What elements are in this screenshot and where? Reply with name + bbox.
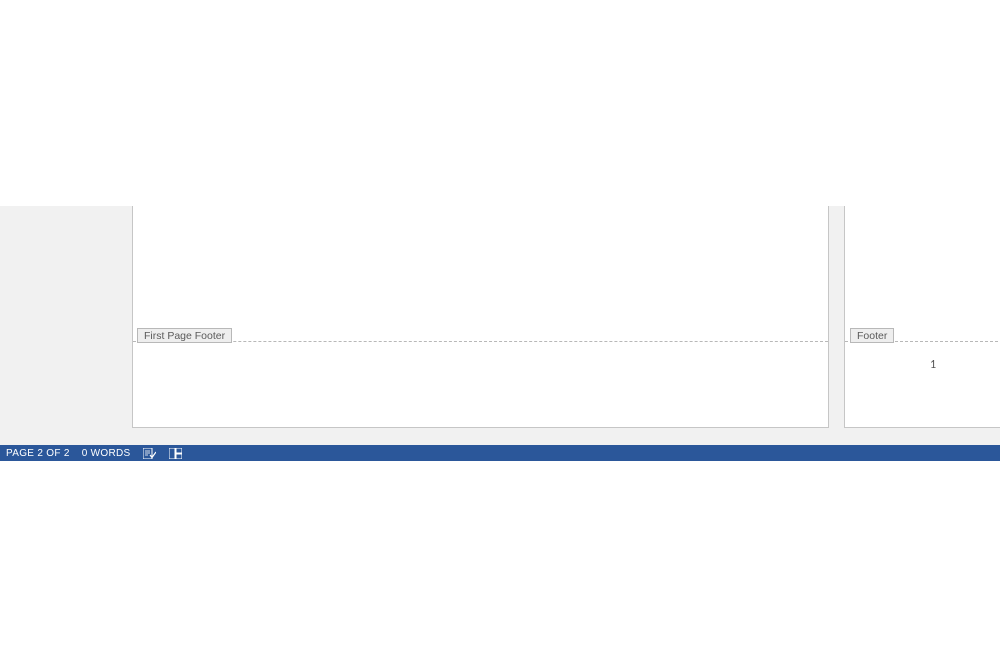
blank-area-bottom: [0, 461, 1000, 667]
footer-page-number[interactable]: 1: [930, 358, 936, 372]
first-page-footer-tab[interactable]: First Page Footer: [137, 328, 232, 343]
blank-area-top: [0, 0, 1000, 206]
footer-tab[interactable]: Footer: [850, 328, 894, 343]
first-page-footer-label: First Page Footer: [144, 330, 225, 342]
macro-icon[interactable]: [168, 447, 182, 459]
word-count[interactable]: 0 WORDS: [82, 448, 131, 459]
spellcheck-icon[interactable]: [142, 447, 156, 459]
page-indicator[interactable]: PAGE 2 OF 2: [6, 448, 70, 459]
status-bar: PAGE 2 OF 2 0 WORDS: [0, 445, 1000, 461]
document-page-1[interactable]: First Page Footer: [132, 206, 829, 428]
footer-label: Footer: [857, 330, 887, 342]
footer-divider: [133, 341, 828, 342]
document-canvas[interactable]: First Page Footer Footer 1: [0, 206, 1000, 445]
document-page-2[interactable]: Footer 1: [844, 206, 1000, 428]
